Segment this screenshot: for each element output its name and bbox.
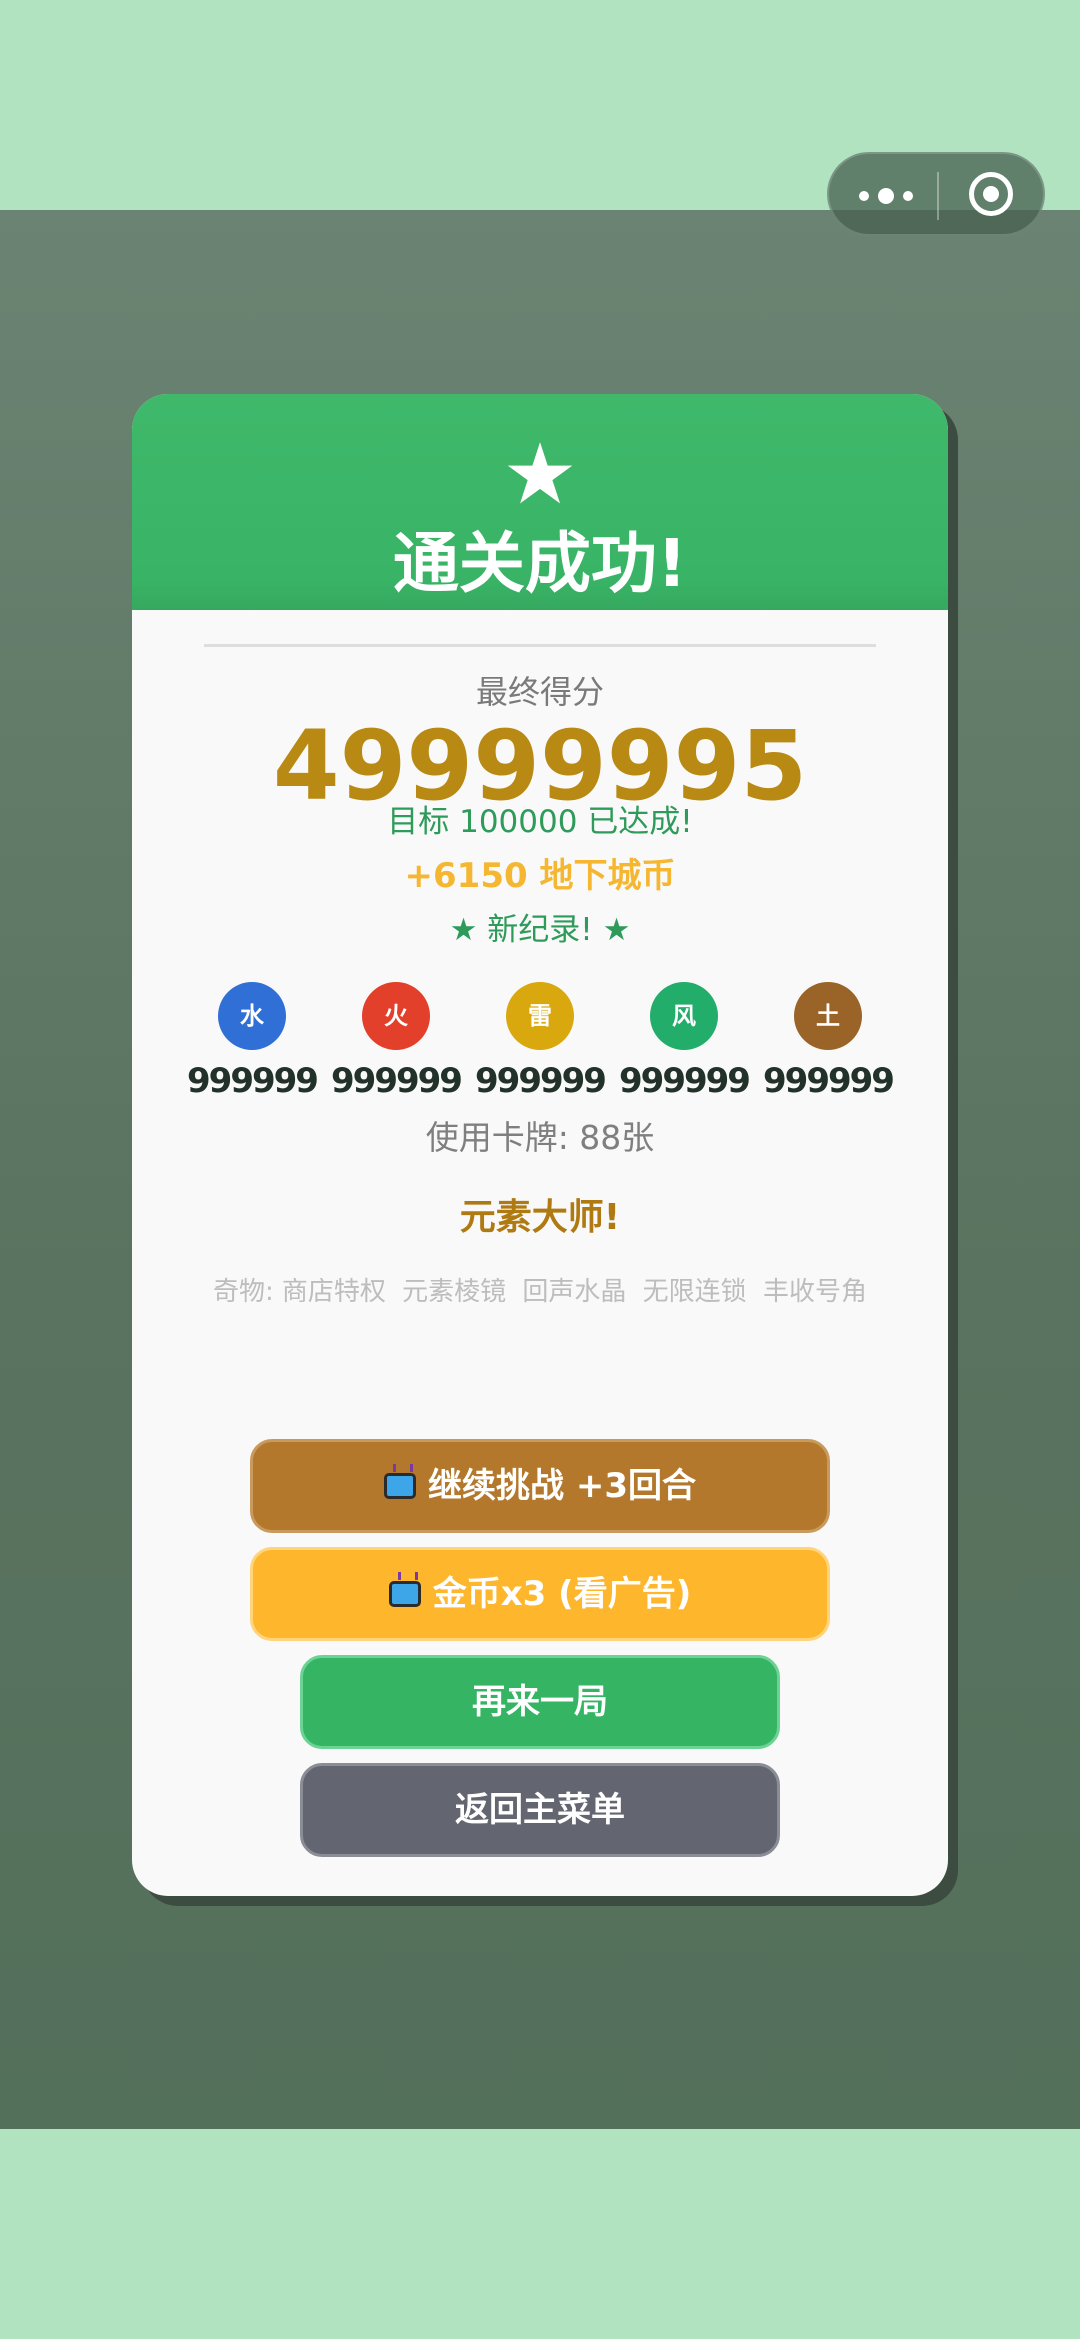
continue-challenge-button[interactable]: 继续挑战 +3回合 xyxy=(250,1439,830,1533)
relic-item: 回声水晶 xyxy=(522,1277,627,1307)
cards-used-text: 使用卡牌: 88张 xyxy=(425,1118,655,1157)
relic-item: 无限连锁 xyxy=(642,1277,747,1307)
coins-reward-text: +6150 地下城币 xyxy=(404,856,676,896)
capsule-divider xyxy=(937,172,939,220)
achievement-title: 元素大师! xyxy=(459,1197,621,1238)
continue-challenge-label: 继续挑战 +3回合 xyxy=(428,1466,696,1506)
triple-coins-label: 金币x3 (看广告) xyxy=(432,1574,692,1614)
element-thunder-badge: 雷 xyxy=(506,982,574,1050)
element-thunder-count: 999999 xyxy=(475,1061,607,1101)
play-again-button[interactable]: 再来一局 xyxy=(300,1655,780,1749)
tv-icon xyxy=(388,1581,421,1607)
main-menu-button[interactable]: 返回主菜单 xyxy=(300,1763,780,1857)
element-fire-badge: 火 xyxy=(362,982,430,1050)
target-achieved-text: 目标 100000 已达成! xyxy=(387,804,693,840)
relic-item: 元素棱镜 xyxy=(402,1277,507,1307)
element-water-count: 999999 xyxy=(187,1061,319,1101)
dialog-header: ★ 通关成功! xyxy=(132,394,948,610)
element-fire-count: 999999 xyxy=(331,1061,463,1101)
dialog-title: 通关成功! xyxy=(392,525,688,602)
mini-program-capsule xyxy=(827,152,1045,236)
element-wind-badge: 风 xyxy=(650,982,718,1050)
star-icon: ★ xyxy=(502,425,578,523)
new-record-text: ★ 新纪录! ★ xyxy=(449,912,631,948)
victory-dialog: ★ 通关成功! 最终得分 49999995 目标 100000 已达成! +61… xyxy=(132,394,948,1896)
relics-prefix: 奇物: xyxy=(213,1277,274,1307)
tv-icon xyxy=(384,1473,416,1499)
close-miniprogram-icon[interactable] xyxy=(969,172,1013,216)
triple-coins-ad-button[interactable]: 金币x3 (看广告) xyxy=(250,1547,830,1641)
score-label: 最终得分 xyxy=(475,673,604,711)
element-wind-count: 999999 xyxy=(619,1061,751,1101)
relic-item: 商店特权 xyxy=(281,1277,386,1307)
divider xyxy=(204,644,876,647)
element-earth-count: 999999 xyxy=(763,1061,895,1101)
element-water-badge: 水 xyxy=(218,982,286,1050)
relics-list: 奇物: 商店特权 元素棱镜 回声水晶 无限连锁 丰收号角 xyxy=(132,1274,948,1310)
more-options-icon[interactable] xyxy=(859,184,929,208)
element-earth-badge: 土 xyxy=(794,982,862,1050)
relic-item: 丰收号角 xyxy=(762,1277,867,1307)
